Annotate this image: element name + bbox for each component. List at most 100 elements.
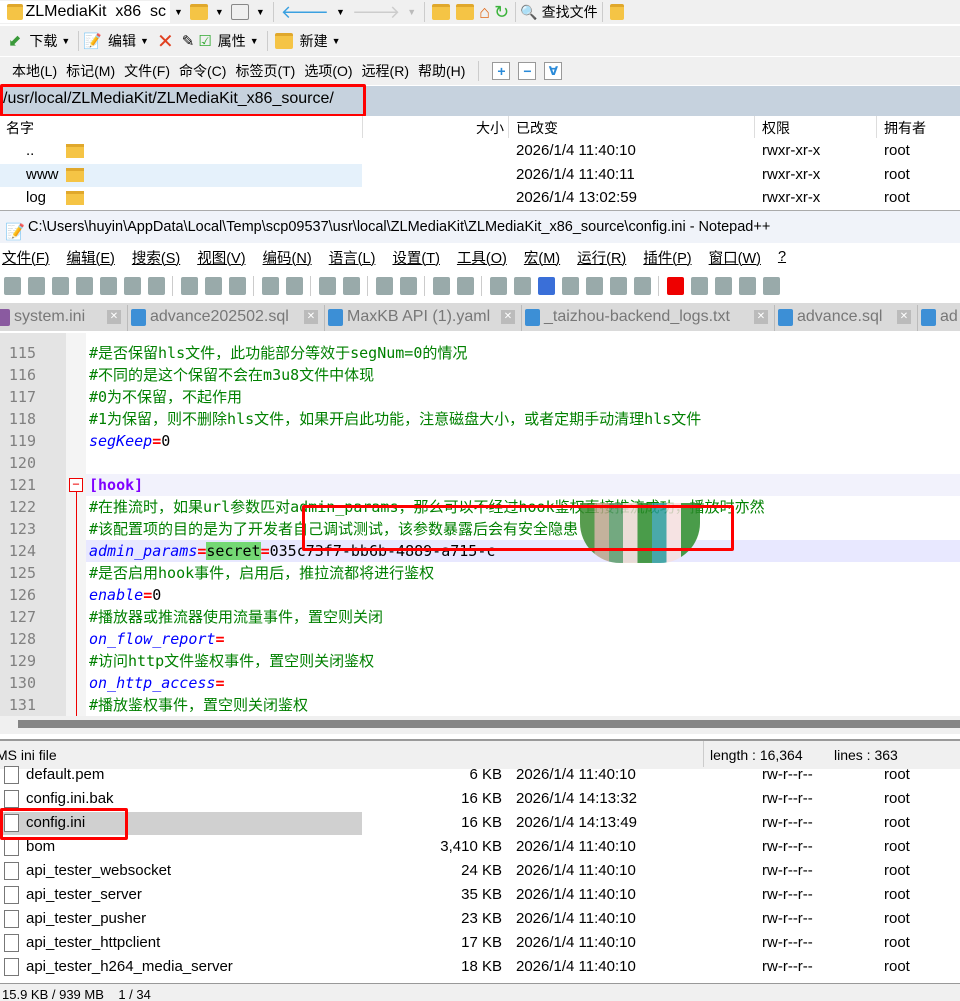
horizontal-scrollbar[interactable] — [0, 716, 960, 734]
tree-icon[interactable] — [609, 4, 624, 20]
menu-item[interactable]: 窗口(W) — [709, 247, 761, 268]
editor-tab[interactable]: system.ini ✕ — [0, 305, 128, 331]
menu-item[interactable]: 文件(F) — [2, 247, 50, 268]
column-rights[interactable]: 权限 — [762, 118, 790, 138]
refresh-icon[interactable]: ↻ — [494, 2, 509, 23]
menu-item[interactable]: 运行(R) — [577, 247, 626, 268]
run-macro-multiple-icon[interactable] — [738, 277, 756, 295]
menu-item[interactable]: 语言(L) — [329, 247, 376, 268]
menu-item[interactable]: 编码(N) — [263, 247, 312, 268]
menu-help[interactable]: 帮助(H) — [418, 61, 465, 81]
chevron-down-icon[interactable]: ▼ — [256, 7, 265, 17]
editor-tab[interactable]: advance202502.sql ✕ — [128, 305, 325, 331]
record-macro-icon[interactable] — [666, 277, 684, 295]
column-owner[interactable]: 拥有者 — [884, 118, 926, 138]
chevron-down-icon[interactable]: ▼ — [336, 7, 345, 17]
paste-icon[interactable] — [228, 277, 246, 295]
print-icon[interactable] — [147, 277, 165, 295]
rename-icon[interactable]: ✎ — [182, 32, 195, 50]
editor-tab[interactable]: advance.sql ✕ — [775, 305, 918, 331]
doc-map-icon[interactable] — [561, 277, 579, 295]
chevron-down-icon[interactable]: ▼ — [174, 7, 183, 17]
editor-tab[interactable]: ad — [918, 305, 960, 331]
close-icon[interactable]: ✕ — [897, 310, 911, 324]
edit-button[interactable]: 📝 编辑 ▼ — [83, 31, 153, 51]
chevron-down-icon[interactable]: ▼ — [407, 7, 416, 17]
home-icon[interactable]: ⌂ — [479, 2, 490, 23]
editor-tab[interactable]: MaxKB API (1).yaml ✕ — [325, 305, 522, 331]
cut-icon[interactable] — [180, 277, 198, 295]
zoom-in-icon[interactable] — [375, 277, 393, 295]
sync-h-icon[interactable] — [456, 277, 474, 295]
chevron-down-icon[interactable]: ▼ — [215, 7, 224, 17]
folder-workspace-icon[interactable] — [609, 277, 627, 295]
file-row[interactable]: config.ini 16 KB 2026/1/4 14:13:49 rw-r--r-… — [0, 812, 960, 835]
menu-remote[interactable]: 远程(R) — [362, 61, 409, 81]
menu-options[interactable]: 选项(O) — [304, 61, 352, 81]
new-button[interactable]: 新建 ▼ — [272, 31, 345, 51]
zoom-out-icon[interactable] — [399, 277, 417, 295]
menu-item[interactable]: 插件(P) — [643, 247, 691, 268]
menu-item[interactable]: 设置(T) — [392, 247, 440, 268]
column-changed[interactable]: 已改变 — [516, 118, 558, 138]
menu-tabs[interactable]: 标签页(T) — [235, 61, 295, 81]
file-row[interactable]: default.pem 6 KB 2026/1/4 11:40:10 rw-r--r-… — [0, 764, 960, 787]
find-files-button[interactable]: 🔍 查找文件 — [520, 2, 597, 22]
menu-item[interactable]: 工具(O) — [457, 247, 507, 268]
close-icon[interactable]: ✕ — [501, 310, 515, 324]
properties-button[interactable]: ☑ 属性 ▼ — [198, 31, 262, 51]
plus-icon[interactable]: + — [492, 62, 511, 80]
file-row[interactable]: log 2026/1/4 13:02:59 rwxr-xr-x root — [0, 187, 960, 210]
find-icon[interactable] — [318, 277, 336, 295]
save-icon[interactable] — [51, 277, 69, 295]
play-macro-icon[interactable] — [714, 277, 732, 295]
monitor-icon[interactable] — [633, 277, 651, 295]
column-name[interactable]: 名字 — [6, 118, 34, 138]
word-wrap-icon[interactable] — [489, 277, 507, 295]
column-size[interactable]: 大小 — [476, 118, 504, 138]
menu-files[interactable]: 文件(F) — [124, 61, 170, 81]
close-icon[interactable] — [99, 277, 117, 295]
root-dir-icon[interactable] — [456, 4, 475, 20]
close-all-icon[interactable] — [123, 277, 141, 295]
menu-item[interactable]: 编辑(E) — [67, 247, 115, 268]
file-row[interactable]: api_tester_server 35 KB 2026/1/4 11:40:10 r… — [0, 884, 960, 907]
download-button[interactable]: ⬋ 下载 ▼ — [8, 31, 74, 51]
session-selector[interactable]: ZLMediaKit x86 sc — [0, 1, 170, 23]
filter-mask-icon[interactable]: ∀ — [544, 62, 563, 80]
open-folder-icon[interactable] — [189, 4, 208, 20]
menu-item[interactable]: 宏(M) — [524, 247, 560, 268]
back-icon[interactable]: 🡐 — [281, 2, 329, 23]
open-file-icon[interactable] — [27, 277, 45, 295]
close-icon[interactable]: ✕ — [304, 310, 318, 324]
file-row[interactable]: config.ini.bak 16 KB 2026/1/4 14:13:32 rw-r… — [0, 788, 960, 811]
indent-guide-icon[interactable] — [537, 277, 555, 295]
forward-icon[interactable]: 🡒 — [352, 2, 400, 23]
close-icon[interactable]: ✕ — [107, 310, 121, 324]
scrollbar-thumb[interactable] — [18, 720, 960, 728]
file-row[interactable]: api_tester_websocket 24 KB 2026/1/4 11:40:… — [0, 860, 960, 883]
save-all-icon[interactable] — [75, 277, 93, 295]
function-list-icon[interactable] — [585, 277, 603, 295]
undo-icon[interactable] — [261, 277, 279, 295]
delete-icon[interactable]: ✕ — [157, 29, 174, 54]
editor-tab[interactable]: _taizhou-backend_logs.txt ✕ — [522, 305, 775, 331]
minus-icon[interactable]: − — [518, 62, 537, 80]
copy-icon[interactable] — [204, 277, 222, 295]
redo-icon[interactable] — [285, 277, 303, 295]
file-row[interactable]: api_tester_pusher 23 KB 2026/1/4 11:40:10 r… — [0, 908, 960, 931]
close-icon[interactable]: ✕ — [754, 310, 768, 324]
fold-toggle-icon[interactable]: − — [69, 478, 83, 492]
show-all-icon[interactable] — [513, 277, 531, 295]
menu-item[interactable]: 视图(V) — [197, 247, 245, 268]
file-row[interactable]: www 2026/1/4 11:40:11 rwxr-xr-x root — [0, 163, 960, 187]
menu-local[interactable]: 本地(L) — [12, 61, 57, 81]
menu-item[interactable]: 搜索(S) — [132, 247, 180, 268]
filter-icon[interactable] — [230, 4, 249, 20]
save-macro-icon[interactable] — [762, 277, 780, 295]
menu-commands[interactable]: 命令(C) — [179, 61, 226, 81]
file-row[interactable]: bom 3,410 KB 2026/1/4 11:40:10 rw-r--r-- roo… — [0, 836, 960, 859]
menu-mark[interactable]: 标记(M) — [66, 61, 115, 81]
sync-v-icon[interactable] — [432, 277, 450, 295]
file-row[interactable]: api_tester_h264_media_server 18 KB 2026/1/… — [0, 956, 960, 979]
